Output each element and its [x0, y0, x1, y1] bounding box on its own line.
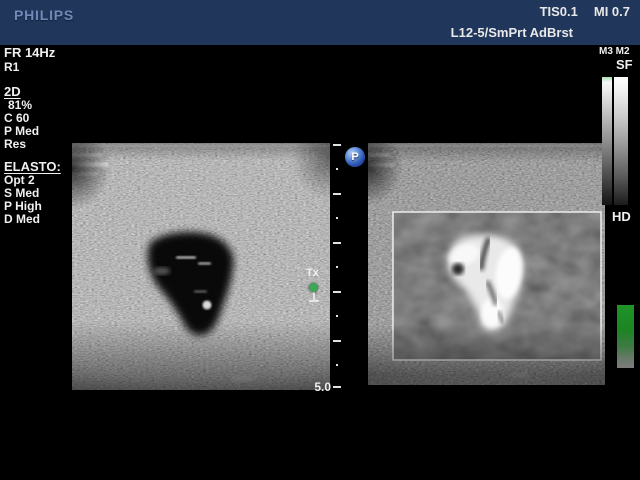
- probe-orientation-icon: P: [345, 147, 365, 167]
- framerate-label: FR 14Hz: [4, 46, 55, 59]
- hd-label: HD: [612, 209, 631, 224]
- tx-focus-foot: [309, 300, 319, 302]
- roi-box: [393, 212, 601, 360]
- elastogram-image: [368, 143, 605, 385]
- elasto-quality-bar: [617, 305, 634, 368]
- elasto-display-value: D Med: [4, 213, 40, 226]
- elasto-title: ELASTO:: [4, 160, 61, 173]
- philips-logo: PHILIPS: [14, 7, 74, 23]
- transducer-preset: L12-5/SmPrt AdBrst: [451, 25, 573, 40]
- sf-label: SF: [616, 57, 633, 72]
- probe-orientation-letter: P: [351, 151, 358, 163]
- depth-ruler: [330, 140, 346, 392]
- tx-focus-dot-icon: [309, 283, 318, 292]
- mode-2d-title: 2D: [4, 85, 21, 98]
- tx-focus-label: Tx: [306, 267, 319, 279]
- grayscale-bar-m2: [614, 77, 628, 205]
- top-bar: PHILIPS TIS0.1 MI 0.7 L12-5/SmPrt AdBrst: [0, 0, 640, 45]
- map-labels: M3 M2: [599, 46, 630, 57]
- grayscale-bar-m3: [602, 77, 612, 205]
- depth-value: 5.0: [298, 380, 331, 394]
- mi-value: MI 0.7: [594, 4, 630, 19]
- bmode-speckle: [72, 143, 330, 390]
- tis-value: TIS0.1: [540, 4, 578, 19]
- resolution-value: Res: [4, 138, 26, 151]
- elastogram-speckle: [368, 143, 605, 385]
- bmode-image: [72, 143, 330, 390]
- acoustic-indices: TIS0.1 MI 0.7: [540, 4, 630, 19]
- ultrasound-screen: PHILIPS TIS0.1 MI 0.7 L12-5/SmPrt AdBrst…: [0, 0, 640, 480]
- review-label: R1: [4, 61, 19, 74]
